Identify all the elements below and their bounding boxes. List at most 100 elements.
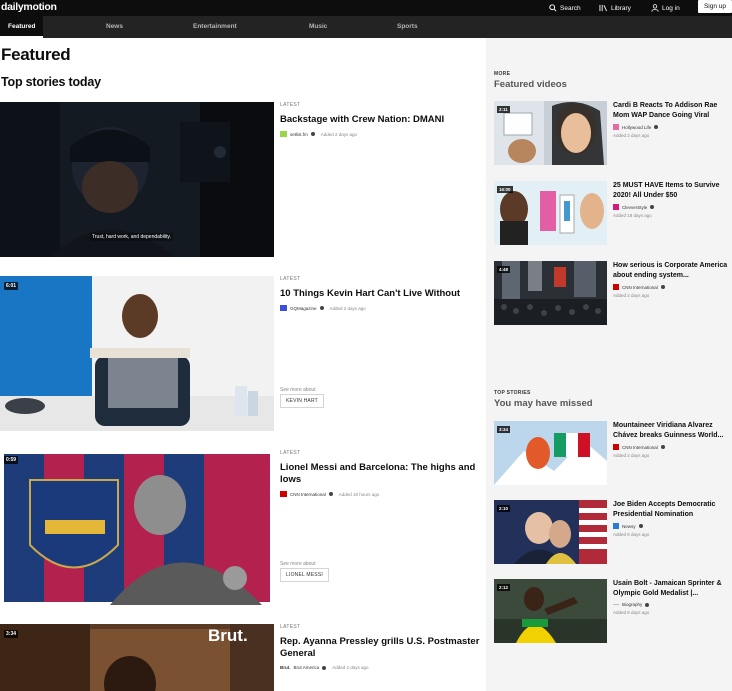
video-channel: CNN International (613, 444, 731, 450)
login-button[interactable]: Log in (651, 0, 680, 16)
story-title[interactable]: Rep. Ayanna Pressley grills U.S. Postmas… (280, 636, 480, 660)
video-channel: Newsy (613, 523, 731, 529)
story-meta: LATEST Rep. Ayanna Pressley grills U.S. … (280, 624, 480, 670)
video-thumbnail[interactable]: 3:34 (494, 421, 607, 485)
channel-name[interactable]: Hollywood Life (622, 125, 651, 130)
added-time: Added 2 days ago (613, 293, 650, 298)
video-thumbnail[interactable]: 2:11 (494, 101, 607, 165)
video-meta: Joe Biden Accepts Democratic Presidentia… (613, 500, 731, 537)
top-bar: dailymotion Search Library Log in Sign u… (0, 0, 732, 16)
tab-news[interactable]: News (106, 16, 123, 38)
story-card: Trust, hard work, and dependability. LAT… (0, 102, 486, 262)
story-kicker: LATEST (280, 276, 301, 282)
section-kicker: TOP STORIES (494, 390, 531, 396)
verified-icon (660, 445, 665, 449)
verified-icon (654, 125, 659, 129)
video-item[interactable]: 2:10 Joe Biden Accepts Democratic Presid… (494, 500, 732, 564)
video-item[interactable]: 16:00 25 MUST HAVE Items to Survive 2020… (494, 181, 732, 245)
duration-badge: 4:48 (497, 266, 511, 273)
topic-tag[interactable]: KEVIN HART (280, 394, 324, 408)
video-item[interactable]: 2:11 Cardi B Reacts To Addison Rae Mom W… (494, 101, 732, 165)
verified-icon (319, 306, 324, 310)
brut-logo: Brut. (208, 626, 248, 645)
added-time: Added 18 days ago (613, 213, 652, 218)
page-title: Featured (1, 45, 71, 64)
channel-logo-icon (280, 491, 287, 497)
story-thumbnail[interactable]: Trust, hard work, and dependability. (0, 102, 274, 257)
story-title[interactable]: Lionel Messi and Barcelona: The highs an… (280, 462, 480, 486)
dailymotion-logo[interactable]: dailymotion (1, 0, 57, 16)
tab-sports[interactable]: Sports (397, 16, 418, 38)
video-title[interactable]: How serious is Corporate America about e… (613, 261, 731, 280)
video-thumbnail[interactable]: 4:48 (494, 261, 607, 325)
video-meta: How serious is Corporate America about e… (613, 261, 731, 298)
story-channel: setlist.fm Added 2 days ago (280, 131, 480, 137)
verified-icon (310, 132, 315, 136)
story-channel: CNN International Added 18 hours ago (280, 491, 480, 497)
video-channel: CNN International (613, 284, 731, 290)
story-card: 6:01 LATEST 10 Things Kevin Hart Can't L… (0, 276, 486, 436)
search-button[interactable]: Search (549, 0, 581, 16)
story-title[interactable]: 10 Things Kevin Hart Can't Live Without (280, 288, 480, 300)
tab-music[interactable]: Music (309, 16, 327, 38)
video-title[interactable]: Joe Biden Accepts Democratic Presidentia… (613, 500, 731, 519)
duration-badge: 2:11 (497, 106, 510, 113)
story-thumbnail[interactable]: 0:59 (0, 450, 274, 605)
channel-name[interactable]: Newsy (622, 524, 636, 529)
story-kicker: LATEST (280, 450, 301, 456)
duration-badge: 6:01 (4, 282, 19, 290)
added-time: Added 2 days ago (320, 131, 358, 137)
search-icon (549, 4, 557, 12)
library-button[interactable]: Library (599, 0, 631, 16)
channel-name[interactable]: Biography (622, 602, 642, 607)
video-title[interactable]: Usain Bolt - Jamaican Sprinter & Olympic… (613, 579, 731, 598)
video-item[interactable]: 3:34 Mountaineer Viridiana Alvarez Cháve… (494, 421, 732, 485)
video-item[interactable]: 2:12 Usain Bolt - Jamaican Sprinter & Ol… (494, 579, 732, 643)
verified-icon (322, 665, 327, 670)
sidebar: MORE Featured videos 2:11 Cardi B Reacts… (486, 38, 732, 691)
added-time: Added 18 hours ago (338, 491, 380, 497)
story-thumbnail[interactable]: 3:34 Brut. (0, 624, 274, 691)
channel-name[interactable]: setlist.fm (290, 132, 308, 137)
story-channel: GQMagazine Added 2 days ago (280, 305, 480, 311)
added-time: Added 2 days ago (613, 133, 650, 138)
verified-icon (660, 285, 665, 289)
channel-name[interactable]: CNN International (622, 285, 658, 290)
channel-name[interactable]: GQMagazine (290, 306, 317, 311)
verified-icon (650, 205, 655, 209)
added-time: Added 6 days ago (613, 610, 650, 615)
channel-logo-icon (280, 131, 287, 137)
verified-icon (638, 524, 643, 528)
library-icon (599, 4, 608, 12)
channel-name[interactable]: CNN International (622, 445, 658, 450)
story-meta: LATEST 10 Things Kevin Hart Can't Live W… (280, 276, 480, 311)
tab-entertainment[interactable]: Entertainment (193, 16, 237, 38)
channel-name[interactable]: ClevverStyle (622, 205, 647, 210)
signup-button[interactable]: Sign up (698, 0, 732, 13)
channel-logo-icon (613, 124, 619, 130)
video-title[interactable]: Cardi B Reacts To Addison Rae Mom WAP Da… (613, 101, 731, 120)
video-thumbnail[interactable]: 2:12 (494, 579, 607, 643)
tab-featured[interactable]: Featured (0, 16, 44, 38)
section-title: Top stories today (1, 75, 101, 89)
video-title[interactable]: Mountaineer Viridiana Alvarez Chávez bre… (613, 421, 731, 440)
story-thumbnail[interactable]: 6:01 (0, 276, 274, 431)
video-title[interactable]: 25 MUST HAVE Items to Survive 2020! All … (613, 181, 731, 200)
video-item[interactable]: 4:48 How serious is Corporate America ab… (494, 261, 732, 325)
story-meta: LATEST Backstage with Crew Nation: DMANI… (280, 102, 480, 137)
channel-name[interactable]: CNN International (290, 492, 326, 497)
video-thumbnail[interactable]: 2:10 (494, 500, 607, 564)
added-time: Added 2 days ago (329, 305, 366, 311)
search-label: Search (560, 4, 581, 12)
video-thumbnail[interactable]: 16:00 (494, 181, 607, 245)
video-meta: Cardi B Reacts To Addison Rae Mom WAP Da… (613, 101, 731, 138)
channel-logo-icon: Brut. (280, 665, 291, 670)
added-time: Added 2 days ago (613, 453, 650, 458)
topic-tag[interactable]: LIONEL MESSI (280, 568, 329, 582)
channel-logo-icon (613, 604, 619, 605)
story-title[interactable]: Backstage with Crew Nation: DMANI (280, 114, 480, 126)
story-channel: Brut. Brut America Added 2 days ago (280, 665, 480, 670)
channel-logo-icon (613, 444, 619, 450)
section-kicker: MORE (494, 71, 511, 77)
channel-name[interactable]: Brut America (294, 665, 320, 670)
